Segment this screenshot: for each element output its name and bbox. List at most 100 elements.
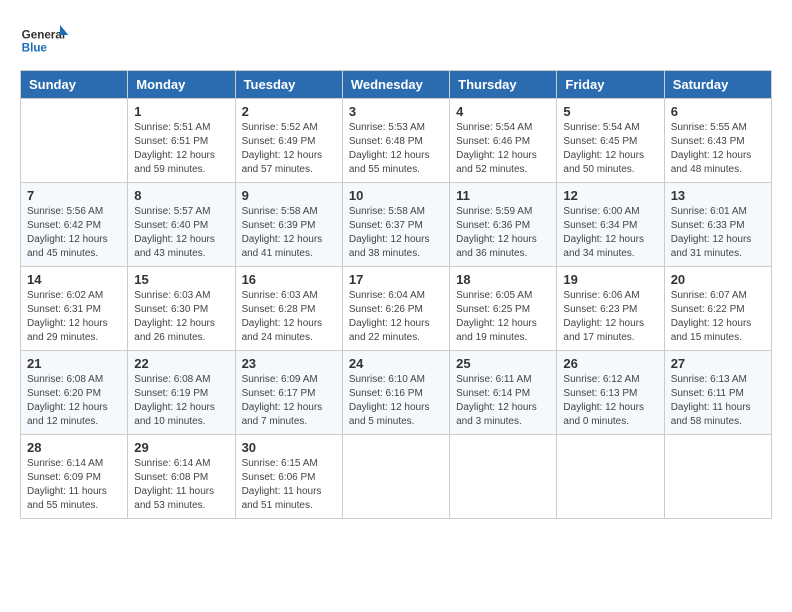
- svg-text:General: General: [22, 28, 65, 41]
- calendar-cell: 17 Sunrise: 6:04 AM Sunset: 6:26 PM Dayli…: [342, 267, 449, 351]
- day-header-tuesday: Tuesday: [235, 71, 342, 99]
- calendar-cell: [557, 435, 664, 519]
- day-number: 8: [134, 188, 228, 203]
- logo-icon: GeneralBlue: [20, 20, 70, 60]
- day-info: Sunrise: 5:52 AM Sunset: 6:49 PM Dayligh…: [242, 121, 336, 177]
- day-number: 20: [671, 272, 765, 287]
- calendar-week-2: 7 Sunrise: 5:56 AM Sunset: 6:42 PM Daylig…: [21, 183, 772, 267]
- calendar-cell: 9 Sunrise: 5:58 AM Sunset: 6:39 PM Daylig…: [235, 183, 342, 267]
- day-number: 2: [242, 104, 336, 119]
- day-number: 15: [134, 272, 228, 287]
- calendar-cell: 6 Sunrise: 5:55 AM Sunset: 6:43 PM Daylig…: [664, 99, 771, 183]
- day-info: Sunrise: 6:13 AM Sunset: 6:11 PM Dayligh…: [671, 373, 765, 429]
- calendar-week-3: 14 Sunrise: 6:02 AM Sunset: 6:31 PM Dayli…: [21, 267, 772, 351]
- day-info: Sunrise: 6:01 AM Sunset: 6:33 PM Dayligh…: [671, 205, 765, 261]
- calendar-cell: [450, 435, 557, 519]
- day-number: 21: [27, 356, 121, 371]
- day-info: Sunrise: 6:07 AM Sunset: 6:22 PM Dayligh…: [671, 289, 765, 345]
- day-number: 25: [456, 356, 550, 371]
- day-info: Sunrise: 6:03 AM Sunset: 6:28 PM Dayligh…: [242, 289, 336, 345]
- calendar-cell: 11 Sunrise: 5:59 AM Sunset: 6:36 PM Dayli…: [450, 183, 557, 267]
- calendar-cell: 12Sunrise: 6:00 AM Sunset: 6:34 PM Dayli…: [557, 183, 664, 267]
- day-info: Sunrise: 6:14 AM Sunset: 6:08 PM Dayligh…: [134, 457, 228, 513]
- day-info: Sunrise: 6:02 AM Sunset: 6:31 PM Dayligh…: [27, 289, 121, 345]
- day-number: 4: [456, 104, 550, 119]
- day-info: Sunrise: 6:15 AM Sunset: 6:06 PM Dayligh…: [242, 457, 336, 513]
- calendar-cell: 21Sunrise: 6:08 AM Sunset: 6:20 PM Dayli…: [21, 351, 128, 435]
- calendar-cell: 15 Sunrise: 6:03 AM Sunset: 6:30 PM Dayli…: [128, 267, 235, 351]
- day-info: Sunrise: 6:11 AM Sunset: 6:14 PM Dayligh…: [456, 373, 550, 429]
- calendar-cell: 25 Sunrise: 6:11 AM Sunset: 6:14 PM Dayli…: [450, 351, 557, 435]
- day-header-wednesday: Wednesday: [342, 71, 449, 99]
- calendar-table: SundayMondayTuesdayWednesdayThursdayFrid…: [20, 70, 772, 519]
- day-number: 6: [671, 104, 765, 119]
- day-number: 19: [563, 272, 657, 287]
- day-number: 11: [456, 188, 550, 203]
- day-info: Sunrise: 5:58 AM Sunset: 6:37 PM Dayligh…: [349, 205, 443, 261]
- day-number: 22: [134, 356, 228, 371]
- calendar-week-4: 21Sunrise: 6:08 AM Sunset: 6:20 PM Dayli…: [21, 351, 772, 435]
- day-info: Sunrise: 5:53 AM Sunset: 6:48 PM Dayligh…: [349, 121, 443, 177]
- day-number: 1: [134, 104, 228, 119]
- day-info: Sunrise: 5:56 AM Sunset: 6:42 PM Dayligh…: [27, 205, 121, 261]
- day-info: Sunrise: 5:58 AM Sunset: 6:39 PM Dayligh…: [242, 205, 336, 261]
- day-number: 18: [456, 272, 550, 287]
- logo: GeneralBlue: [20, 20, 70, 60]
- day-number: 16: [242, 272, 336, 287]
- calendar-cell: 22 Sunrise: 6:08 AM Sunset: 6:19 PM Dayli…: [128, 351, 235, 435]
- calendar-cell: 3 Sunrise: 5:53 AM Sunset: 6:48 PM Daylig…: [342, 99, 449, 183]
- calendar-cell: 23Sunrise: 6:09 AM Sunset: 6:17 PM Dayli…: [235, 351, 342, 435]
- day-info: Sunrise: 6:12 AM Sunset: 6:13 PM Dayligh…: [563, 373, 657, 429]
- day-header-thursday: Thursday: [450, 71, 557, 99]
- day-info: Sunrise: 5:51 AM Sunset: 6:51 PM Dayligh…: [134, 121, 228, 177]
- calendar-week-1: 1 Sunrise: 5:51 AM Sunset: 6:51 PM Daylig…: [21, 99, 772, 183]
- day-info: Sunrise: 6:14 AM Sunset: 6:09 PM Dayligh…: [27, 457, 121, 513]
- calendar-cell: 28Sunrise: 6:14 AM Sunset: 6:09 PM Dayli…: [21, 435, 128, 519]
- day-info: Sunrise: 5:59 AM Sunset: 6:36 PM Dayligh…: [456, 205, 550, 261]
- calendar-header-row: SundayMondayTuesdayWednesdayThursdayFrid…: [21, 71, 772, 99]
- day-number: 3: [349, 104, 443, 119]
- day-number: 26: [563, 356, 657, 371]
- day-info: Sunrise: 6:08 AM Sunset: 6:19 PM Dayligh…: [134, 373, 228, 429]
- day-number: 24: [349, 356, 443, 371]
- day-number: 14: [27, 272, 121, 287]
- calendar-cell: [21, 99, 128, 183]
- day-info: Sunrise: 6:04 AM Sunset: 6:26 PM Dayligh…: [349, 289, 443, 345]
- calendar-cell: 14 Sunrise: 6:02 AM Sunset: 6:31 PM Dayli…: [21, 267, 128, 351]
- calendar-week-5: 28Sunrise: 6:14 AM Sunset: 6:09 PM Dayli…: [21, 435, 772, 519]
- day-header-monday: Monday: [128, 71, 235, 99]
- calendar-cell: 5 Sunrise: 5:54 AM Sunset: 6:45 PM Daylig…: [557, 99, 664, 183]
- calendar-cell: 27Sunrise: 6:13 AM Sunset: 6:11 PM Dayli…: [664, 351, 771, 435]
- calendar-cell: 16 Sunrise: 6:03 AM Sunset: 6:28 PM Dayli…: [235, 267, 342, 351]
- day-number: 13: [671, 188, 765, 203]
- calendar-cell: 26 Sunrise: 6:12 AM Sunset: 6:13 PM Dayli…: [557, 351, 664, 435]
- day-header-friday: Friday: [557, 71, 664, 99]
- day-info: Sunrise: 6:10 AM Sunset: 6:16 PM Dayligh…: [349, 373, 443, 429]
- calendar-cell: 1 Sunrise: 5:51 AM Sunset: 6:51 PM Daylig…: [128, 99, 235, 183]
- calendar-cell: [342, 435, 449, 519]
- calendar-body: 1 Sunrise: 5:51 AM Sunset: 6:51 PM Daylig…: [21, 99, 772, 519]
- calendar-cell: 10Sunrise: 5:58 AM Sunset: 6:37 PM Dayli…: [342, 183, 449, 267]
- calendar-cell: 2 Sunrise: 5:52 AM Sunset: 6:49 PM Daylig…: [235, 99, 342, 183]
- day-number: 5: [563, 104, 657, 119]
- calendar-cell: 4Sunrise: 5:54 AM Sunset: 6:46 PM Daylig…: [450, 99, 557, 183]
- day-header-saturday: Saturday: [664, 71, 771, 99]
- svg-text:Blue: Blue: [22, 42, 48, 55]
- calendar-cell: 7 Sunrise: 5:56 AM Sunset: 6:42 PM Daylig…: [21, 183, 128, 267]
- day-number: 17: [349, 272, 443, 287]
- day-info: Sunrise: 6:03 AM Sunset: 6:30 PM Dayligh…: [134, 289, 228, 345]
- calendar-cell: [664, 435, 771, 519]
- day-info: Sunrise: 6:05 AM Sunset: 6:25 PM Dayligh…: [456, 289, 550, 345]
- day-info: Sunrise: 5:55 AM Sunset: 6:43 PM Dayligh…: [671, 121, 765, 177]
- day-info: Sunrise: 5:54 AM Sunset: 6:45 PM Dayligh…: [563, 121, 657, 177]
- calendar-cell: 29 Sunrise: 6:14 AM Sunset: 6:08 PM Dayli…: [128, 435, 235, 519]
- calendar-cell: 30Sunrise: 6:15 AM Sunset: 6:06 PM Dayli…: [235, 435, 342, 519]
- day-number: 12: [563, 188, 657, 203]
- calendar-cell: 8 Sunrise: 5:57 AM Sunset: 6:40 PM Daylig…: [128, 183, 235, 267]
- calendar-cell: 20 Sunrise: 6:07 AM Sunset: 6:22 PM Dayli…: [664, 267, 771, 351]
- day-header-sunday: Sunday: [21, 71, 128, 99]
- day-info: Sunrise: 5:57 AM Sunset: 6:40 PM Dayligh…: [134, 205, 228, 261]
- day-number: 7: [27, 188, 121, 203]
- day-number: 9: [242, 188, 336, 203]
- day-number: 29: [134, 440, 228, 455]
